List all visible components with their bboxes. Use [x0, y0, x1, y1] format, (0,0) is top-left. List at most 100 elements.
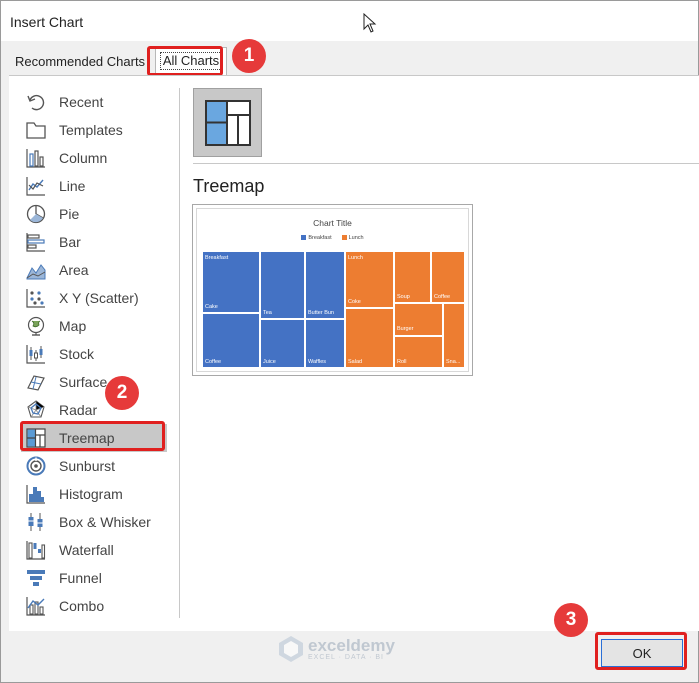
tile-label: Sna...: [446, 359, 461, 365]
chart-category-list: Recent Templates Column Line Pie Bar Are…: [9, 88, 179, 618]
radar-chart-icon: [25, 399, 47, 421]
category-combo[interactable]: Combo: [21, 592, 167, 620]
box-whisker-chart-icon: [25, 511, 47, 533]
category-label: Funnel: [59, 570, 102, 586]
preview-chart-title: Chart Title: [313, 218, 352, 228]
templates-icon: [25, 119, 47, 141]
tile-parent-label: Lunch: [348, 255, 363, 261]
category-column[interactable]: Column: [21, 144, 167, 172]
category-histogram[interactable]: Histogram: [21, 480, 167, 508]
highlight-all-charts: [147, 46, 223, 76]
tile-label: Coke: [348, 299, 361, 305]
line-chart-icon: [25, 175, 47, 197]
surface-chart-icon: [25, 371, 47, 393]
legend-label: Lunch: [348, 235, 364, 241]
tile-snack: Sna...: [443, 303, 465, 368]
step-badge-3: 3: [554, 603, 588, 637]
category-radar[interactable]: Radar: [21, 396, 167, 424]
insert-chart-dialog: Insert Chart Recommended Charts All Char…: [0, 0, 699, 683]
category-label: Recent: [59, 94, 104, 110]
legend-item-breakfast: Breakfast: [301, 235, 332, 241]
category-area[interactable]: Area: [21, 256, 167, 284]
title-bar: Insert Chart: [1, 1, 698, 41]
category-label: Combo: [59, 598, 105, 614]
tile-label: Coffee: [434, 294, 451, 300]
scatter-chart-icon: [25, 287, 47, 309]
category-label: Bar: [59, 234, 81, 250]
category-line[interactable]: Line: [21, 172, 167, 200]
histogram-chart-icon: [25, 483, 47, 505]
tile-roll: Roll: [394, 336, 443, 368]
category-waterfall[interactable]: Waterfall: [21, 536, 167, 564]
category-label: Column: [59, 150, 108, 166]
tile-tea: Tea: [260, 251, 305, 319]
category-label: Waterfall: [59, 542, 114, 558]
tile-label: Burger: [397, 326, 414, 332]
watermark-tagline: EXCEL · DATA · BI: [308, 654, 384, 661]
step-badge-2: 2: [105, 376, 139, 410]
category-sunburst[interactable]: Sunburst: [21, 452, 167, 480]
pie-chart-icon: [25, 203, 47, 225]
tile-burger: Burger: [394, 303, 443, 336]
tile-label: Waffles: [308, 359, 327, 365]
waterfall-chart-icon: [25, 539, 47, 561]
treemap-subtype-button[interactable]: [193, 88, 262, 157]
map-chart-icon: [25, 315, 47, 337]
chart-preview-canvas: Chart Title Breakfast Lunch Breakfast Cak…: [196, 208, 469, 372]
recent-icon: [25, 91, 47, 113]
tab-recommended-charts[interactable]: Recommended Charts: [9, 49, 149, 75]
tile-label: Roll: [397, 359, 407, 365]
tile-label: Cake: [205, 304, 218, 310]
tile-label: Tea: [263, 310, 272, 316]
tile-waffles: Waffles: [305, 319, 345, 368]
category-box-whisker[interactable]: Box & Whisker: [21, 508, 167, 536]
category-recent[interactable]: Recent: [21, 88, 167, 116]
watermark: exceldemy EXCEL · DATA · BI: [278, 635, 395, 663]
category-pie[interactable]: Pie: [21, 200, 167, 228]
category-label: X Y (Scatter): [59, 290, 139, 306]
treemap-tiles: Breakfast Cake Coffee Tea Juice Butter Bu…: [202, 251, 465, 368]
category-label: Sunburst: [59, 458, 116, 474]
category-surface[interactable]: Surface: [21, 368, 167, 396]
sidebar-divider: [179, 88, 180, 618]
bar-chart-icon: [25, 231, 47, 253]
category-bar[interactable]: Bar: [21, 228, 167, 256]
category-label: Map: [59, 318, 87, 334]
highlight-treemap: [20, 421, 165, 451]
tile-juice: Juice: [260, 319, 305, 368]
tile-coffee-lunch: Coffee: [431, 251, 465, 303]
tile-coffee: Coffee: [202, 313, 260, 368]
preview-legend: Breakfast Lunch: [197, 235, 468, 241]
category-label: Radar: [59, 402, 98, 418]
chart-preview[interactable]: Chart Title Breakfast Lunch Breakfast Cak…: [192, 204, 473, 376]
sunburst-chart-icon: [25, 455, 47, 477]
category-templates[interactable]: Templates: [21, 116, 167, 144]
tile-cake: Breakfast Cake: [202, 251, 260, 313]
tile-label: Salad: [348, 359, 363, 365]
combo-chart-icon: [25, 595, 47, 617]
category-scatter[interactable]: X Y (Scatter): [21, 284, 167, 312]
funnel-chart-icon: [25, 567, 47, 589]
category-stock[interactable]: Stock: [21, 340, 167, 368]
category-label: Histogram: [59, 486, 123, 502]
tile-label: Butter Bun: [308, 310, 334, 316]
watermark-text: exceldemy EXCEL · DATA · BI: [308, 637, 395, 661]
legend-item-lunch: Lunch: [341, 235, 364, 241]
tile-label: Coffee: [205, 359, 222, 365]
legend-swatch: [341, 235, 347, 241]
tile-salad: Salad: [345, 308, 394, 368]
stock-chart-icon: [25, 343, 47, 365]
tile-label: Soup: [397, 294, 410, 300]
legend-swatch: [301, 235, 307, 241]
tile-coke: Lunch Coke: [345, 251, 394, 308]
category-map[interactable]: Map: [21, 312, 167, 340]
step-badge-1: 1: [232, 39, 266, 73]
highlight-ok: [595, 632, 687, 670]
preview-divider: [193, 163, 699, 164]
area-chart-icon: [25, 259, 47, 281]
legend-label: Breakfast: [308, 235, 332, 241]
tile-parent-label: Breakfast: [205, 255, 229, 261]
chart-type-name: Treemap: [193, 176, 265, 196]
category-funnel[interactable]: Funnel: [21, 564, 167, 592]
category-label: Templates: [59, 122, 123, 138]
